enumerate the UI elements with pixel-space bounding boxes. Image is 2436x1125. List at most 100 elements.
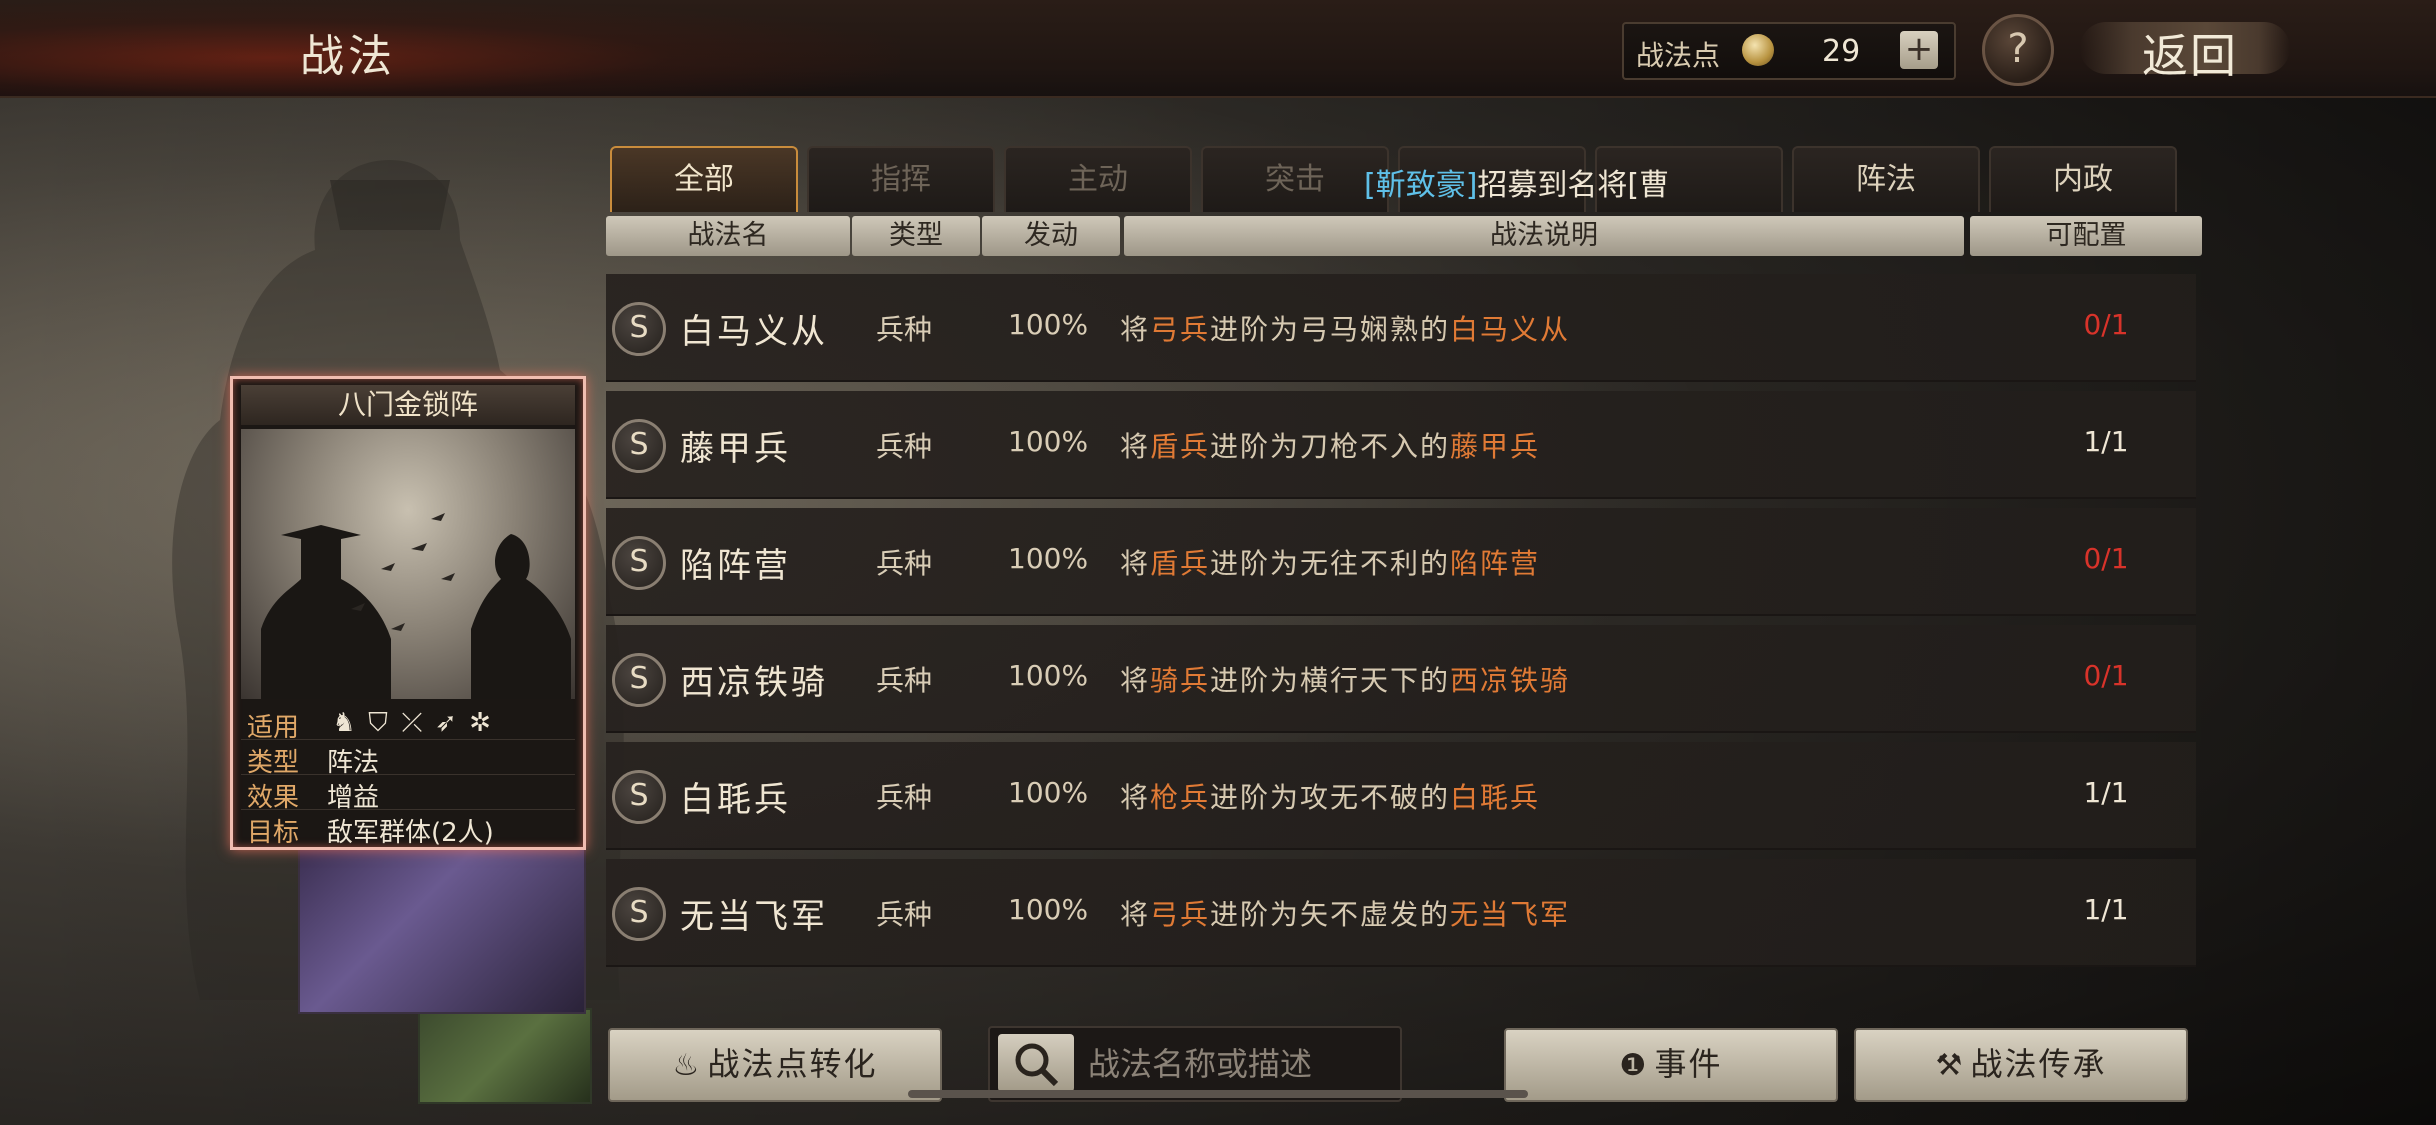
tactic-description: 将骑兵进阶为横行天下的西凉铁骑 — [1120, 664, 1571, 697]
card-info: 适用 ♞ ⛉ ⤫ ➶ ✲ 类型 阵法 效果 增益 目标 敌军群体(2人) — [241, 705, 575, 848]
convert-points-label: 战法点转化 — [707, 1045, 878, 1083]
configurable-count: 1/1 — [2083, 776, 2129, 809]
tactic-description: 将弓兵进阶为弓马娴熟的白马义从 — [1120, 313, 1571, 346]
tactic-rate: 100% — [1008, 776, 1089, 809]
back-button-label: 返回 — [2142, 29, 2238, 83]
configurable-count: 0/1 — [2083, 308, 2129, 341]
tactic-type: 兵种 — [876, 664, 933, 697]
shield-icon: ⛉ — [368, 708, 388, 738]
tab-assault[interactable]: 突击 — [1201, 146, 1389, 212]
card-effect-label: 效果 — [247, 783, 300, 813]
table-row[interactable]: S 白毦兵 兵种 100% 将枪兵进阶为攻无不破的白毦兵 1/1 — [606, 742, 2196, 850]
stacked-card-art[interactable] — [298, 840, 586, 1014]
column-header-description[interactable]: 战法说明 — [1124, 216, 1964, 256]
column-header-name[interactable]: 战法名 — [606, 216, 850, 256]
card-target-row: 目标 敌军群体(2人) — [241, 810, 575, 848]
stacked-card-art[interactable] — [418, 1008, 592, 1104]
events-label: 事件 — [1654, 1045, 1723, 1083]
tactic-type: 兵种 — [876, 781, 933, 814]
configurable-count: 0/1 — [2083, 542, 2129, 575]
tactic-rate: 100% — [1008, 425, 1089, 458]
table-row[interactable]: S 西凉铁骑 兵种 100% 将骑兵进阶为横行天下的西凉铁骑 0/1 — [606, 625, 2196, 733]
convert-points-button[interactable]: ♨ 战法点转化 — [608, 1028, 942, 1102]
wheel-icon: ✲ — [469, 708, 491, 738]
configurable-count: 1/1 — [2083, 425, 2129, 458]
column-header-rate[interactable]: 发动 — [982, 216, 1120, 256]
grade-badge: S — [612, 302, 666, 356]
tactic-rate: 100% — [1008, 308, 1089, 341]
tactic-type: 兵种 — [876, 547, 933, 580]
configurable-count: 1/1 — [2083, 893, 2129, 926]
card-apply-row: 适用 ♞ ⛉ ⤫ ➶ ✲ — [241, 705, 575, 743]
table-row[interactable]: S 陷阵营 兵种 100% 将盾兵进阶为无往不利的陷阵营 0/1 — [606, 508, 2196, 616]
tactic-rate: 100% — [1008, 542, 1089, 575]
grade-badge: S — [612, 536, 666, 590]
title-glow — [0, 0, 900, 96]
card-type-row: 类型 阵法 — [241, 740, 575, 778]
announcement-text: 招募到名将[曹 — [1477, 168, 1670, 203]
tactic-description: 将盾兵进阶为无往不利的陷阵营 — [1120, 547, 1541, 580]
selected-tactic-card[interactable]: 八门金锁阵 适用 ♞ ⛉ ⤫ ➶ ✲ 类型 阵法 效果 增益 目标 敌军群体(2人) — [230, 376, 586, 850]
tab-domestic[interactable]: 内政 — [1989, 146, 2177, 212]
grade-badge: S — [612, 419, 666, 473]
grade-badge: S — [612, 770, 666, 824]
search-input[interactable] — [1086, 1038, 1390, 1090]
tactic-points-display: 战法点 29 + — [1622, 22, 1956, 80]
tactics-table: S 白马义从 兵种 100% 将弓兵进阶为弓马娴熟的白马义从 0/1 S 藤甲兵… — [606, 262, 2196, 1002]
cavalry-icon: ♞ — [332, 708, 356, 738]
tactic-points-label: 战法点 — [1636, 39, 1721, 72]
grade-badge: S — [612, 653, 666, 707]
table-row[interactable]: S 白马义从 兵种 100% 将弓兵进阶为弓马娴熟的白马义从 0/1 — [606, 274, 2196, 382]
card-effect-row: 效果 增益 — [241, 775, 575, 813]
card-artwork — [241, 429, 575, 699]
tactic-type: 兵种 — [876, 430, 933, 463]
table-row[interactable]: S 藤甲兵 兵种 100% 将盾兵进阶为刀枪不入的藤甲兵 1/1 — [606, 391, 2196, 499]
card-apply-label: 适用 — [247, 713, 300, 743]
tactic-name: 无当飞军 — [680, 897, 828, 937]
search-button[interactable] — [998, 1034, 1074, 1092]
horizontal-scrollbar[interactable] — [908, 1090, 1528, 1098]
inherit-tactic-button[interactable]: ⚒ 战法传承 — [1854, 1028, 2188, 1102]
add-points-button[interactable]: + — [1900, 31, 1938, 69]
bow-icon: ⤫ — [401, 708, 423, 738]
flame-icon: ♨ — [672, 1048, 702, 1083]
card-effect-value: 增益 — [327, 783, 380, 813]
card-target-label: 目标 — [247, 818, 300, 848]
tactic-name: 陷阵营 — [680, 546, 791, 586]
card-type-label: 类型 — [247, 748, 300, 778]
troop-icons: ♞ ⛉ ⤫ ➶ ✲ — [327, 708, 497, 739]
tactic-points-value: 29 — [1822, 34, 1861, 69]
top-bar: 战法 战法点 29 + ? 返回 — [0, 0, 2436, 98]
tactic-description: 将盾兵进阶为刀枪不入的藤甲兵 — [1120, 430, 1541, 463]
hammer-icon: ⚒ — [1935, 1048, 1965, 1083]
card-artwork-figures — [261, 513, 571, 699]
card-title: 八门金锁阵 — [241, 385, 575, 425]
event-scroll-icon: ❶ — [1619, 1048, 1649, 1083]
tactic-description: 将弓兵进阶为矢不虚发的无当飞军 — [1120, 898, 1571, 931]
inherit-tactic-label: 战法传承 — [1970, 1045, 2107, 1083]
tactic-type: 兵种 — [876, 313, 933, 346]
spear-icon: ➶ — [435, 708, 457, 738]
events-button[interactable]: ❶ 事件 — [1504, 1028, 1838, 1102]
tab-command[interactable]: 指挥 — [807, 146, 995, 212]
search-icon — [1015, 1043, 1059, 1087]
announcement-marquee: [靳致豪]招募到名将[曹 — [1364, 160, 1669, 204]
tactic-point-coin-icon — [1742, 34, 1774, 66]
tactic-name: 白毦兵 — [680, 780, 791, 820]
page-title: 战法 — [300, 31, 396, 82]
table-row[interactable]: S 无当飞军 兵种 100% 将弓兵进阶为矢不虚发的无当飞军 1/1 — [606, 859, 2196, 967]
tactic-rate: 100% — [1008, 893, 1089, 926]
tactic-name: 西凉铁骑 — [680, 663, 828, 703]
tab-formation[interactable]: 阵法 — [1792, 146, 1980, 212]
tactic-name: 藤甲兵 — [680, 429, 791, 469]
tab-active[interactable]: 主动 — [1004, 146, 1192, 212]
announcement-player: [靳致豪] — [1364, 168, 1478, 203]
tactic-type: 兵种 — [876, 898, 933, 931]
back-button[interactable]: 返回 — [2080, 16, 2290, 83]
column-header-type[interactable]: 类型 — [852, 216, 980, 256]
card-type-value: 阵法 — [327, 748, 380, 778]
tactic-description: 将枪兵进阶为攻无不破的白毦兵 — [1120, 781, 1541, 814]
column-header-configurable[interactable]: 可配置 — [1970, 216, 2202, 256]
tab-all[interactable]: 全部 — [610, 146, 798, 212]
help-button[interactable]: ? — [1982, 14, 2054, 86]
